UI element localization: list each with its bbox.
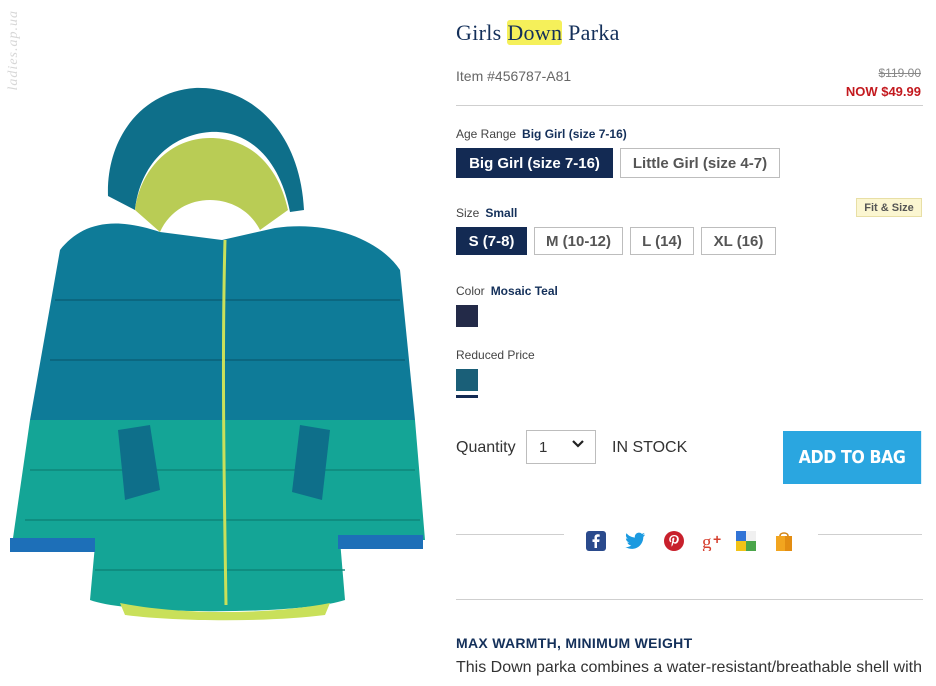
quantity-select[interactable]: 1 (526, 430, 596, 464)
description-heading: MAX WARMTH, MINIMUM WEIGHT (456, 635, 693, 651)
shopping-bag-icon[interactable] (774, 530, 794, 557)
svg-text:+: + (713, 531, 721, 547)
divider (456, 105, 923, 106)
add-to-bag-button[interactable]: ADD TO BAG (783, 431, 922, 484)
age-range-selected: Big Girl (size 7-16) (522, 127, 627, 141)
google-plus-icon[interactable]: g + (702, 531, 726, 556)
size-option-m[interactable]: M (10-12) (534, 227, 623, 255)
quantity-value: 1 (539, 439, 548, 456)
reduced-price-label: Reduced Price (456, 348, 535, 362)
item-number: Item #456787-A81 (456, 68, 572, 84)
original-price: $119.00 (878, 66, 922, 80)
product-title: Girls Down Parka (456, 20, 620, 46)
age-range-label: Age Range Big Girl (size 7-16) (456, 127, 627, 141)
chevron-down-icon (571, 437, 585, 456)
color-label: Color Mosaic Teal (456, 284, 558, 298)
size-label: Size Small (456, 206, 518, 220)
size-option-xl[interactable]: XL (16) (701, 227, 776, 255)
age-option-big-girl[interactable]: Big Girl (size 7-16) (456, 148, 613, 178)
stock-status: IN STOCK (612, 439, 688, 456)
pinterest-icon[interactable] (664, 530, 684, 556)
color-swatch-mosaic-teal[interactable] (456, 369, 478, 391)
share-divider-left (456, 534, 564, 535)
facebook-icon[interactable] (586, 530, 606, 556)
size-selected: Small (485, 206, 518, 220)
sale-price: NOW $49.99 (845, 84, 921, 99)
svg-text:g: g (702, 532, 712, 551)
size-option-l[interactable]: L (14) (630, 227, 694, 255)
age-option-little-girl[interactable]: Little Girl (size 4-7) (620, 148, 780, 178)
color-selected: Mosaic Teal (490, 284, 558, 298)
title-text-highlight: Down (507, 20, 563, 45)
description-text: This Down parka combines a water-resista… (456, 659, 922, 676)
selected-swatch-indicator (456, 395, 478, 398)
quantity-label: Quantity (456, 439, 516, 456)
title-text-post: Parka (562, 20, 620, 45)
twitter-icon[interactable] (624, 531, 646, 556)
fit-and-size-link[interactable]: Fit & Size (856, 198, 922, 217)
product-image (10, 87, 425, 621)
size-option-s[interactable]: S (7-8) (456, 227, 527, 255)
title-text-pre: Girls (456, 20, 508, 45)
delicious-icon[interactable] (736, 530, 756, 556)
divider-2 (456, 599, 923, 600)
share-divider-right (818, 534, 922, 535)
color-swatch-navy[interactable] (456, 305, 478, 327)
share-icons: g + (586, 530, 794, 556)
